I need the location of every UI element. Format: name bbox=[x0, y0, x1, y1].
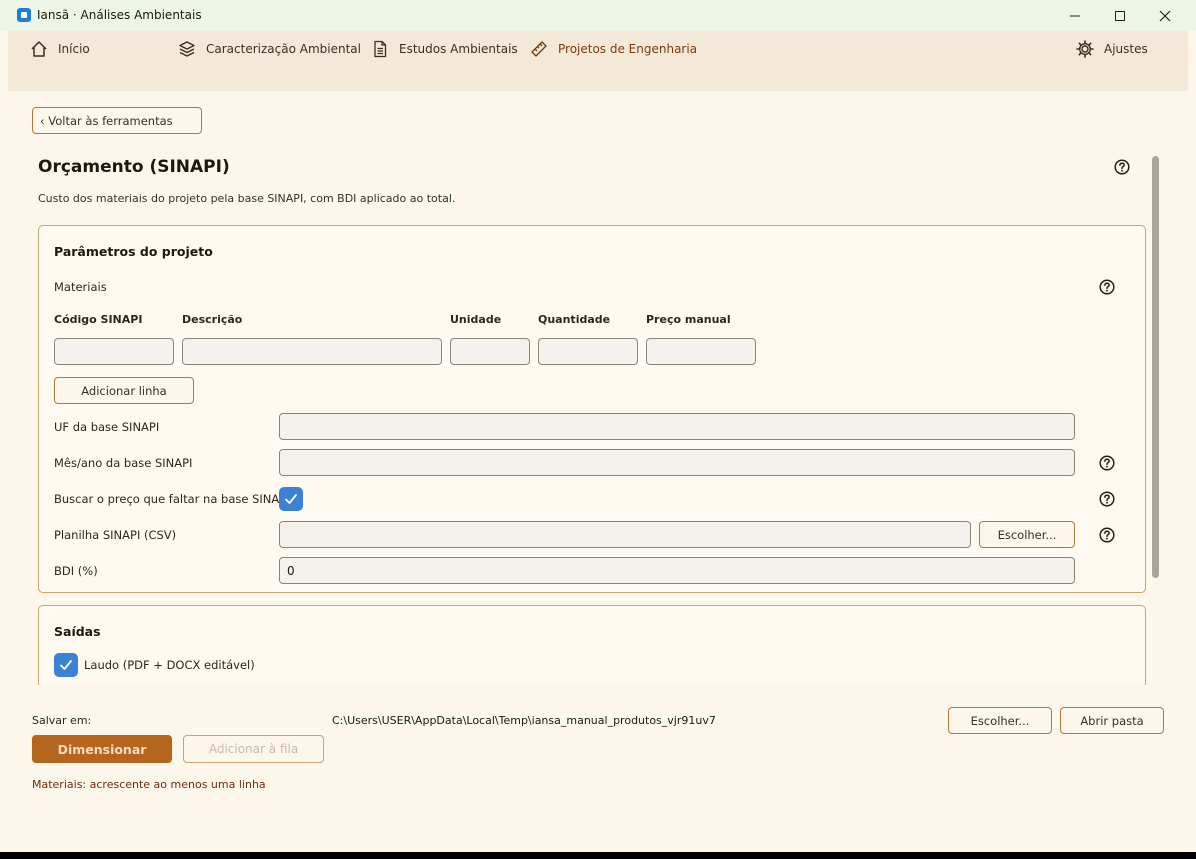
page-title: Orçamento (SINAPI) bbox=[38, 157, 230, 177]
nav-ajustes-label: Ajustes bbox=[1104, 42, 1148, 56]
parameters-card: Parâmetros do projeto Materiais Código S… bbox=[38, 225, 1146, 593]
uf-label: UF da base SINAPI bbox=[54, 420, 160, 434]
app-logo-icon bbox=[17, 8, 31, 22]
title-bar: Iansã · Análises Ambientais bbox=[0, 0, 1196, 31]
preco-manual-input[interactable] bbox=[646, 338, 756, 365]
window-title: Iansã · Análises Ambientais bbox=[37, 8, 202, 22]
parameters-title: Parâmetros do projeto bbox=[54, 244, 213, 259]
add-to-queue-button: Adicionar à fila bbox=[183, 735, 324, 763]
mes-ano-label: Mês/ano da base SINAPI bbox=[54, 456, 193, 470]
planilha-label: Planilha SINAPI (CSV) bbox=[54, 528, 177, 542]
open-folder-button[interactable]: Abrir pasta bbox=[1060, 707, 1164, 734]
nav-estudos[interactable]: Estudos Ambientais bbox=[371, 39, 518, 59]
save-location-path: C:\Users\USER\AppData\Local\Temp\iansa_m… bbox=[332, 714, 716, 727]
materials-help-icon[interactable] bbox=[1099, 279, 1115, 295]
checkmark-icon bbox=[60, 660, 72, 670]
page-description: Custo dos materiais do projeto pela base… bbox=[38, 192, 456, 205]
nav-caracterizacao[interactable]: Caracterização Ambiental bbox=[178, 39, 361, 59]
minimize-button[interactable] bbox=[1052, 0, 1098, 31]
column-unidade: Unidade bbox=[450, 313, 502, 326]
save-location-label: Salvar em: bbox=[32, 714, 92, 727]
quantidade-input[interactable] bbox=[538, 338, 638, 365]
nav-projetos-label: Projetos de Engenharia bbox=[558, 42, 698, 56]
close-icon bbox=[1159, 10, 1171, 21]
planilha-help-icon[interactable] bbox=[1099, 527, 1115, 543]
layers-icon bbox=[179, 41, 195, 57]
nav-ajustes[interactable]: Ajustes bbox=[1076, 39, 1148, 59]
nav-inicio[interactable]: Início bbox=[30, 39, 90, 59]
gear-icon bbox=[1076, 40, 1094, 58]
outputs-card: Saídas Laudo (PDF + DOCX editável) bbox=[38, 605, 1146, 685]
uf-input[interactable] bbox=[279, 413, 1075, 440]
minimize-icon bbox=[1070, 15, 1080, 16]
back-to-tools-button[interactable]: ‹ Voltar às ferramentas bbox=[32, 107, 202, 134]
codigo-sinapi-input[interactable] bbox=[54, 338, 174, 365]
nav-caracterizacao-label: Caracterização Ambiental bbox=[206, 42, 361, 56]
help-icon[interactable] bbox=[1114, 159, 1130, 175]
mes-ano-input[interactable] bbox=[279, 449, 1075, 476]
buscar-preco-label: Buscar o preço que faltar na base SINAPI bbox=[54, 492, 290, 506]
add-row-button[interactable]: Adicionar linha bbox=[54, 377, 194, 404]
planilha-choose-button[interactable]: Escolher... bbox=[979, 521, 1075, 548]
buscar-preco-help-icon[interactable] bbox=[1099, 491, 1115, 507]
document-icon bbox=[374, 40, 387, 58]
choose-folder-button[interactable]: Escolher... bbox=[948, 707, 1052, 734]
laudo-label: Laudo (PDF + DOCX editável) bbox=[84, 658, 255, 672]
home-icon bbox=[31, 41, 47, 57]
vertical-scrollbar[interactable] bbox=[1152, 156, 1159, 578]
outputs-title: Saídas bbox=[54, 624, 101, 639]
nav-projetos[interactable]: Projetos de Engenharia bbox=[530, 39, 697, 59]
close-button[interactable] bbox=[1142, 0, 1188, 31]
unidade-input[interactable] bbox=[450, 338, 530, 365]
column-descricao: Descrição bbox=[182, 313, 243, 326]
mes-ano-help-icon[interactable] bbox=[1099, 455, 1115, 471]
nav-estudos-label: Estudos Ambientais bbox=[399, 42, 518, 56]
validation-error: Materiais: acrescente ao menos uma linha bbox=[32, 778, 266, 791]
planilha-input[interactable] bbox=[279, 521, 971, 548]
buscar-preco-checkbox[interactable] bbox=[279, 487, 303, 511]
column-codigo-sinapi: Código SINAPI bbox=[54, 313, 143, 326]
bdi-label: BDI (%) bbox=[54, 564, 98, 578]
dimensionar-button[interactable]: Dimensionar bbox=[32, 735, 172, 763]
laudo-checkbox[interactable] bbox=[54, 653, 78, 677]
top-navigation: Início Caracterização Ambiental Estudos … bbox=[8, 31, 1188, 91]
descricao-input[interactable] bbox=[182, 338, 442, 365]
maximize-button[interactable] bbox=[1097, 0, 1143, 31]
nav-inicio-label: Início bbox=[58, 42, 90, 56]
maximize-icon bbox=[1115, 10, 1125, 21]
checkmark-icon bbox=[285, 494, 297, 504]
column-quantidade: Quantidade bbox=[538, 313, 611, 326]
app-window: Iansã · Análises Ambientais Início Carac… bbox=[0, 0, 1196, 852]
ruler-icon bbox=[531, 41, 547, 57]
bdi-input[interactable]: 0 bbox=[279, 557, 1075, 584]
materials-label: Materiais bbox=[54, 280, 107, 294]
column-preco-manual: Preço manual bbox=[646, 313, 731, 326]
